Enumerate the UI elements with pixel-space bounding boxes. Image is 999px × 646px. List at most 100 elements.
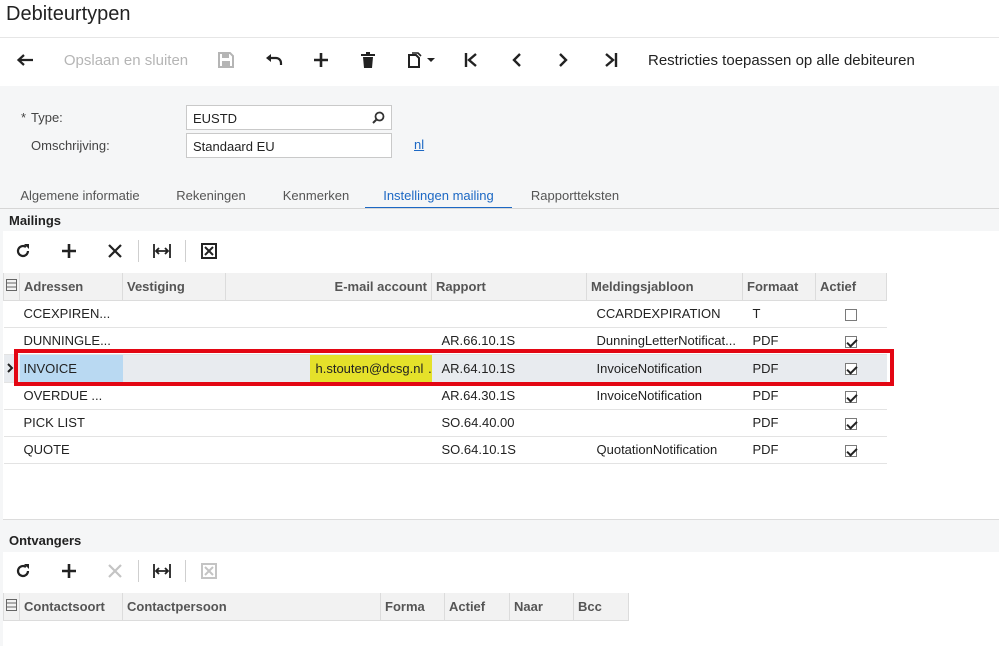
cell-sjabloon[interactable]: QuotationNotification — [586, 436, 743, 464]
refresh-icon[interactable] — [0, 552, 46, 590]
table-row[interactable]: QUOTE SO.64.10.1S QuotationNotification … — [3, 436, 887, 464]
cell-email[interactable] — [225, 409, 432, 437]
apply-restrictions-button[interactable]: Restricties toepassen op alle debiteuren — [648, 38, 920, 82]
tab-bar: Algemene informatie Rekeningen Kenmerken… — [0, 185, 999, 209]
cell-vestiging[interactable] — [122, 300, 226, 328]
cell-sjabloon[interactable]: InvoiceNotification — [586, 382, 743, 410]
type-label: Type: — [31, 110, 63, 125]
add-row-icon[interactable] — [46, 232, 92, 270]
refresh-icon[interactable] — [0, 232, 46, 270]
table-row[interactable]: CCEXPIREN... CCARDEXPIRATION T — [3, 300, 887, 328]
cell-actief — [815, 300, 887, 328]
row-indicator — [3, 436, 20, 464]
actief-checkbox[interactable] — [845, 390, 857, 403]
cell-email[interactable] — [225, 382, 432, 410]
highlight-box — [14, 349, 894, 386]
recipients-title: Ontvangers — [9, 533, 82, 548]
export-excel-icon[interactable] — [186, 552, 232, 590]
table-row[interactable]: OVERDUE ... AR.64.30.1S InvoiceNotificat… — [3, 382, 887, 410]
column-header-contactsoort[interactable]: Contactsoort — [19, 593, 123, 621]
column-header-vestiging[interactable]: Vestiging — [122, 273, 226, 301]
actief-checkbox[interactable] — [845, 444, 857, 457]
column-header-contactpersoon[interactable]: Contactpersoon — [122, 593, 381, 621]
save-icon[interactable] — [212, 38, 240, 82]
cell-adres[interactable]: QUOTE — [19, 436, 123, 464]
cell-vestiging[interactable] — [122, 409, 226, 437]
cell-formaat[interactable]: PDF — [742, 382, 816, 410]
actief-checkbox[interactable] — [845, 335, 857, 348]
cell-actief — [815, 436, 887, 464]
last-record-icon[interactable] — [598, 38, 624, 82]
column-header-meldingsjabloon[interactable]: Meldingsjabloon — [586, 273, 743, 301]
copy-paste-dropdown-icon[interactable] — [402, 38, 442, 82]
column-header-forma[interactable]: Forma — [380, 593, 445, 621]
fit-columns-icon[interactable] — [139, 552, 185, 590]
column-header-rapport[interactable]: Rapport — [431, 273, 587, 301]
cell-rapport[interactable] — [431, 300, 587, 328]
first-record-icon[interactable] — [458, 38, 484, 82]
search-icon[interactable] — [372, 111, 385, 127]
type-value: EUSTD — [193, 111, 238, 126]
cell-adres[interactable]: PICK LIST — [19, 409, 123, 437]
row-indicator — [3, 409, 20, 437]
recipients-grid: Contactsoort Contactpersoon Forma Actief… — [3, 593, 629, 621]
cell-adres[interactable]: OVERDUE ... — [19, 382, 123, 410]
actief-checkbox[interactable] — [845, 417, 857, 430]
cell-rapport[interactable]: AR.64.30.1S — [431, 382, 587, 410]
delete-row-icon[interactable] — [92, 232, 138, 270]
cell-email[interactable] — [225, 300, 432, 328]
add-row-icon[interactable] — [46, 552, 92, 590]
actief-checkbox[interactable] — [845, 308, 857, 321]
cell-formaat[interactable]: PDF — [742, 436, 816, 464]
tab-general[interactable]: Algemene informatie — [15, 185, 145, 209]
cell-email[interactable] — [225, 436, 432, 464]
cell-sjabloon[interactable]: CCARDEXPIRATION — [586, 300, 743, 328]
cell-rapport[interactable]: SO.64.10.1S — [431, 436, 587, 464]
cell-formaat[interactable]: PDF — [742, 409, 816, 437]
main-toolbar: Opslaan en sluiten Restricties toepassen… — [0, 38, 999, 82]
type-field[interactable]: EUSTD — [186, 105, 392, 130]
page-title: Debiteurtypen — [6, 3, 131, 25]
previous-record-icon[interactable] — [504, 38, 530, 82]
column-settings-icon[interactable] — [3, 593, 20, 621]
column-header-actief[interactable]: Actief — [815, 273, 887, 301]
cell-formaat[interactable]: T — [742, 300, 816, 328]
grid-header-row: Contactsoort Contactpersoon Forma Actief… — [3, 593, 629, 621]
cell-sjabloon[interactable] — [586, 409, 743, 437]
column-header-actief[interactable]: Actief — [444, 593, 510, 621]
tabs-divider — [0, 208, 999, 209]
table-row[interactable]: PICK LIST SO.64.40.00 PDF — [3, 409, 887, 437]
column-header-email-account[interactable]: E-mail account — [225, 273, 432, 301]
delete-icon[interactable] — [354, 38, 382, 82]
column-header-naar[interactable]: Naar — [509, 593, 574, 621]
delete-row-icon[interactable] — [92, 552, 138, 590]
column-header-bcc[interactable]: Bcc — [573, 593, 629, 621]
column-header-formaat[interactable]: Formaat — [742, 273, 816, 301]
tab-report-texts[interactable]: Rapportteksten — [523, 185, 627, 209]
cell-adres[interactable]: CCEXPIREN... — [19, 300, 123, 328]
column-settings-icon[interactable] — [3, 273, 20, 301]
back-arrow-icon[interactable] — [10, 38, 40, 82]
column-header-adressen[interactable]: Adressen — [19, 273, 123, 301]
tab-mailing-settings[interactable]: Instellingen mailing — [365, 185, 512, 209]
cell-vestiging[interactable] — [122, 436, 226, 464]
row-indicator — [3, 382, 20, 410]
mailings-toolbar — [0, 232, 232, 270]
tab-accounts[interactable]: Rekeningen — [166, 185, 256, 209]
grid-header-row: Adressen Vestiging E-mail account Rappor… — [3, 273, 887, 301]
mailings-title: Mailings — [9, 213, 62, 228]
tab-attributes[interactable]: Kenmerken — [276, 185, 356, 209]
cell-vestiging[interactable] — [122, 382, 226, 410]
undo-icon[interactable] — [260, 38, 288, 82]
cell-actief — [815, 382, 887, 410]
description-field[interactable]: Standaard EU — [186, 133, 392, 158]
add-icon[interactable] — [307, 38, 335, 82]
recipients-toolbar — [0, 552, 232, 590]
row-indicator — [3, 300, 20, 328]
next-record-icon[interactable] — [550, 38, 576, 82]
fit-columns-icon[interactable] — [139, 232, 185, 270]
export-excel-icon[interactable] — [186, 232, 232, 270]
language-link[interactable]: nl — [414, 137, 424, 152]
cell-rapport[interactable]: SO.64.40.00 — [431, 409, 587, 437]
save-close-button[interactable]: Opslaan en sluiten — [62, 38, 190, 82]
